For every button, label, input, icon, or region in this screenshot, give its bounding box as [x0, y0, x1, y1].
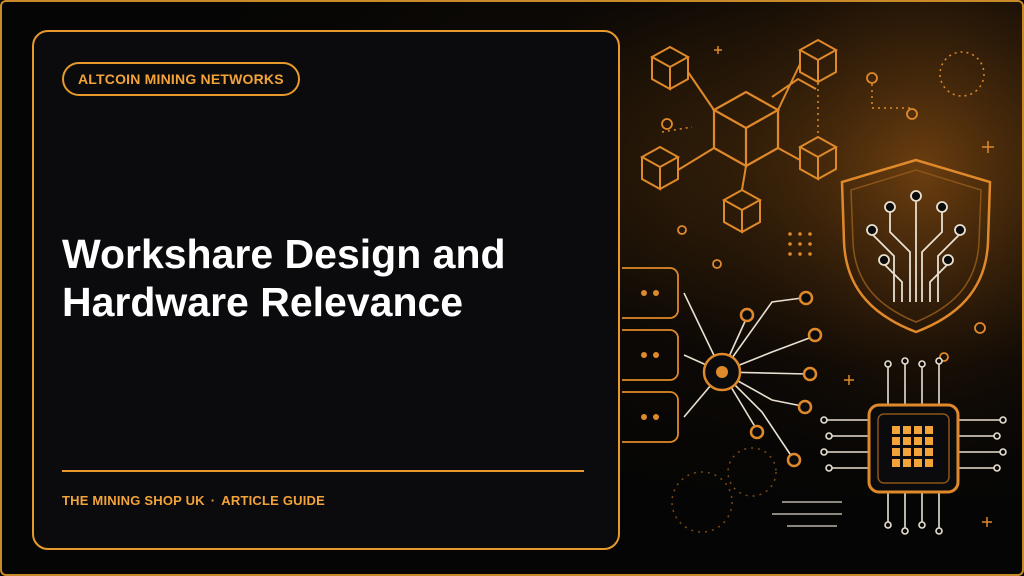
title-line-1: Workshare Design and: [62, 231, 506, 277]
footer-separator: ·: [210, 493, 216, 508]
category-badge: ALTCOIN MINING NETWORKS: [62, 62, 300, 96]
article-card: ALTCOIN MINING NETWORKS Workshare Design…: [0, 0, 1024, 576]
page-title: Workshare Design and Hardware Relevance: [62, 230, 602, 326]
footer-brand: THE MINING SHOP UK: [62, 493, 205, 508]
divider: [62, 470, 584, 472]
title-line-2: Hardware Relevance: [62, 279, 464, 325]
footer-section: ARTICLE GUIDE: [221, 493, 326, 508]
text-panel: ALTCOIN MINING NETWORKS Workshare Design…: [32, 30, 620, 550]
tech-illustration: [622, 2, 1022, 574]
footer: THE MINING SHOP UK · ARTICLE GUIDE: [62, 493, 325, 508]
